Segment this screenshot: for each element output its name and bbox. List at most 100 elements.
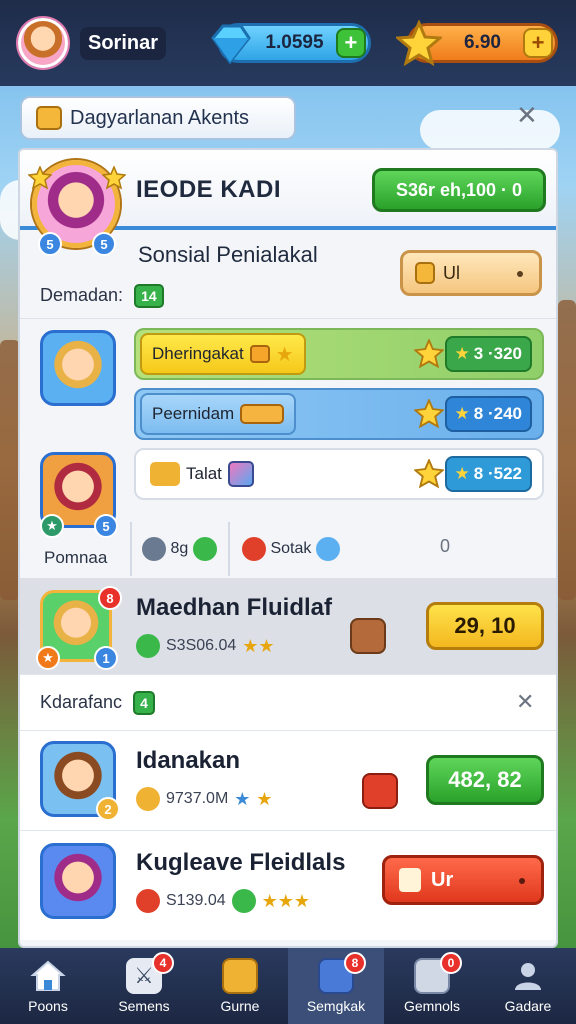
- task-label-text: Dheringakat: [152, 344, 244, 363]
- gem-icon: [211, 24, 251, 65]
- hero-portrait[interactable]: [40, 843, 116, 919]
- section-label: Demadan: 14: [40, 284, 164, 308]
- stadium-decoration: [558, 300, 576, 600]
- add-coins-button[interactable]: +: [523, 28, 553, 58]
- coins-value: 6.90: [463, 32, 501, 53]
- close-icon[interactable]: ✕: [516, 100, 538, 131]
- task-bar[interactable]: Dheringakat ★ ★ 3 ·320: [134, 328, 544, 380]
- task-reward-value: 3 ·320: [473, 344, 522, 363]
- header-claim-button[interactable]: S36r eh,100 · 0: [372, 168, 546, 212]
- nav-item-robots[interactable]: 0 Gemnols: [384, 948, 480, 1024]
- nav-item-cards[interactable]: 8 Semgkak: [288, 948, 384, 1024]
- level-badge: 5: [94, 514, 118, 538]
- task-label: Peernidam: [140, 393, 297, 435]
- status-strip: Sotak: [242, 524, 340, 574]
- nav-label: Gurne: [220, 998, 260, 1014]
- chest-icon: [222, 958, 258, 994]
- crate-icon: [350, 618, 386, 654]
- task-bar[interactable]: Talat ★ 8 ·522: [134, 448, 544, 500]
- task-reward-value: 8 ·522: [473, 464, 522, 483]
- entry-unlock-button[interactable]: Ur: [382, 855, 544, 905]
- panel-title: Dagyarlanan Akents: [20, 96, 296, 140]
- section-count-badge: 14: [134, 284, 164, 308]
- star-icon: [102, 166, 126, 190]
- entry-meta-text: S139.04: [166, 892, 226, 909]
- unlock-button[interactable]: Ul: [400, 250, 542, 296]
- list-item[interactable]: 2 Idanakan 9737.0M ★ ★ 482, 82: [20, 730, 556, 830]
- featured-name: Maedhan Fluidlaf: [136, 594, 333, 621]
- star-icon: ★: [256, 788, 273, 809]
- portrait-caption: Pomnaa: [44, 548, 108, 567]
- task-reward-value: 8 ·240: [473, 404, 522, 423]
- task-reward: ★ 3 ·320: [444, 336, 532, 372]
- level-badge: 5: [92, 232, 116, 256]
- stadium-decoration: [0, 340, 20, 600]
- home-icon: [30, 960, 66, 991]
- featured-meta: S3S06.04 ★★: [136, 634, 275, 658]
- chest-icon: [399, 868, 421, 892]
- nav-item-game[interactable]: Gurne: [192, 948, 288, 1024]
- status-item: 8g: [142, 537, 217, 561]
- header-title: IEODE KADI: [136, 176, 282, 203]
- divider: [228, 522, 230, 576]
- entry-meta-text: 9737.0M: [166, 790, 229, 807]
- close-icon[interactable]: ✕: [516, 689, 534, 715]
- section-label-text: Kdarafanc: [40, 691, 123, 712]
- notification-badge: 8: [344, 952, 366, 974]
- nav-label: Poons: [28, 998, 68, 1014]
- nav-item-profile[interactable]: Gadare: [480, 948, 576, 1024]
- notification-badge: 0: [440, 952, 462, 974]
- featured-claim-button[interactable]: 29, 10: [426, 602, 544, 650]
- section-label: Kdarafanc 4: [40, 691, 155, 715]
- entry-claim-button[interactable]: 482, 82: [426, 755, 544, 805]
- gems-counter: 1.0595 +: [211, 23, 371, 65]
- scroll-icon: [362, 773, 398, 809]
- panel-title-text: Dagyarlanan Akents: [70, 106, 250, 129]
- coins-counter: 6.90 +: [395, 20, 558, 66]
- featured-row[interactable]: 8 ★ 1 Maedhan Fluidlaf S3S06.04 ★★ 29, 1…: [20, 578, 556, 674]
- player-avatar[interactable]: [18, 18, 68, 68]
- cloud-decoration: [420, 110, 560, 150]
- dot-icon: [517, 271, 523, 277]
- task-bar[interactable]: Peernidam ★ 8 ·240: [134, 388, 544, 440]
- entry-name: Idanakan: [136, 747, 241, 774]
- arrow-icon: [192, 537, 217, 561]
- star-icon: ★: [454, 464, 470, 483]
- featured-meta-text: S3S06.04: [166, 637, 237, 654]
- bag-icon: [136, 787, 160, 811]
- gem-icon: [136, 889, 160, 913]
- entry-meta: S139.04 ★★★: [136, 889, 310, 913]
- task-reward: ★ 8 ·522: [444, 456, 532, 492]
- chest-icon: [36, 106, 62, 130]
- level-badge: 5: [38, 232, 62, 256]
- list-item[interactable]: Kugleave Fleidlals S139.04 ★★★ Ur: [20, 830, 556, 940]
- star-icon: ★: [454, 404, 470, 423]
- section-header: Kdarafanc 4 ✕: [20, 674, 556, 730]
- nav-label: Semens: [118, 998, 170, 1014]
- star-icon: ★: [454, 344, 470, 363]
- star-icon: ★: [275, 343, 294, 366]
- task-label-text: Talat: [186, 464, 222, 483]
- chest-icon: [415, 262, 435, 284]
- status-value: 0: [440, 536, 451, 556]
- gems-value: 1.0595: [265, 32, 324, 53]
- helmet-icon: [142, 537, 166, 561]
- level-badge: ★: [40, 514, 64, 538]
- level-badge: 1: [94, 646, 118, 670]
- section-label-text: Demadan:: [40, 284, 124, 305]
- add-gems-button[interactable]: +: [335, 28, 366, 58]
- star-icon: [414, 339, 444, 369]
- task-label: Dheringakat ★: [140, 333, 306, 375]
- bag-icon: [150, 462, 180, 486]
- nav-item-home[interactable]: Poons: [0, 948, 96, 1024]
- notification-badge: 4: [152, 952, 174, 974]
- entry-name: Kugleave Fleidlals: [136, 849, 346, 876]
- nav-label: Gemnols: [403, 998, 461, 1014]
- hero-portrait[interactable]: [40, 330, 116, 406]
- divider: [20, 318, 556, 319]
- gift-icon: [227, 461, 254, 487]
- task-label-text: Peernidam: [152, 404, 235, 423]
- star-icon: ★★★: [261, 890, 311, 911]
- nav-item-swords[interactable]: ⚔ 4 Semens: [96, 948, 192, 1024]
- heart-icon: [315, 537, 340, 561]
